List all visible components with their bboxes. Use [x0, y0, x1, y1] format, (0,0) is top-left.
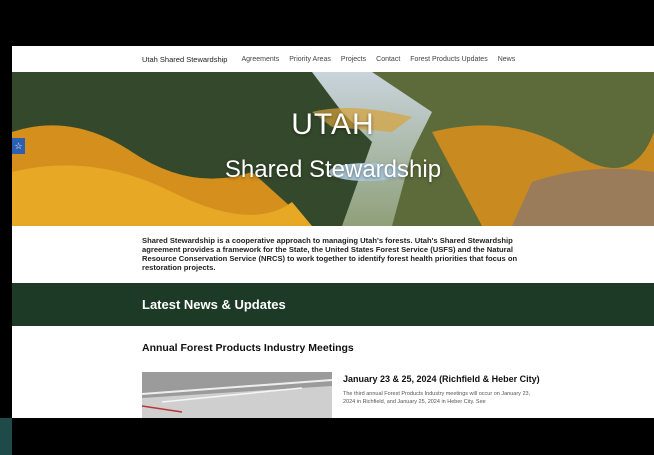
article-thumbnail-graphic [142, 372, 332, 418]
hero-banner: UTAH Shared Stewardship ☆ [12, 72, 654, 226]
video-letterbox-top [0, 0, 654, 46]
nav-item-agreements[interactable]: Agreements [241, 56, 279, 63]
section-title: Annual Forest Products Industry Meetings [142, 342, 354, 354]
video-letterbox-bottom [0, 418, 654, 455]
latest-news-heading-band: Latest News & Updates [12, 283, 654, 326]
webpage: Utah Shared Stewardship Agreements Prior… [12, 46, 654, 418]
site-brand-link[interactable]: Utah Shared Stewardship [142, 55, 227, 64]
hero-title: UTAH [291, 108, 375, 141]
bottom-left-accent [0, 418, 12, 455]
nav-item-contact[interactable]: Contact [376, 56, 400, 63]
nav-item-news[interactable]: News [498, 56, 516, 63]
article-excerpt: The third annual Forest Products Industr… [343, 391, 531, 405]
nav-item-priority-areas[interactable]: Priority Areas [289, 56, 331, 63]
accessibility-icon[interactable]: ☆ [12, 138, 25, 154]
nav-item-projects[interactable]: Projects [341, 56, 366, 63]
hero-subtitle: Shared Stewardship [224, 156, 442, 183]
nav-item-forest-products-updates[interactable]: Forest Products Updates [410, 56, 487, 63]
news-article: January 23 & 25, 2024 (Richfield & Heber… [12, 368, 654, 418]
article-title[interactable]: January 23 & 25, 2024 (Richfield & Heber… [343, 374, 540, 384]
article-thumbnail[interactable] [142, 372, 332, 418]
intro-paragraph: Shared Stewardship is a cooperative appr… [142, 236, 518, 272]
top-nav: Utah Shared Stewardship Agreements Prior… [12, 46, 654, 72]
hero-landscape-image [12, 72, 654, 226]
latest-news-heading: Latest News & Updates [142, 297, 286, 312]
